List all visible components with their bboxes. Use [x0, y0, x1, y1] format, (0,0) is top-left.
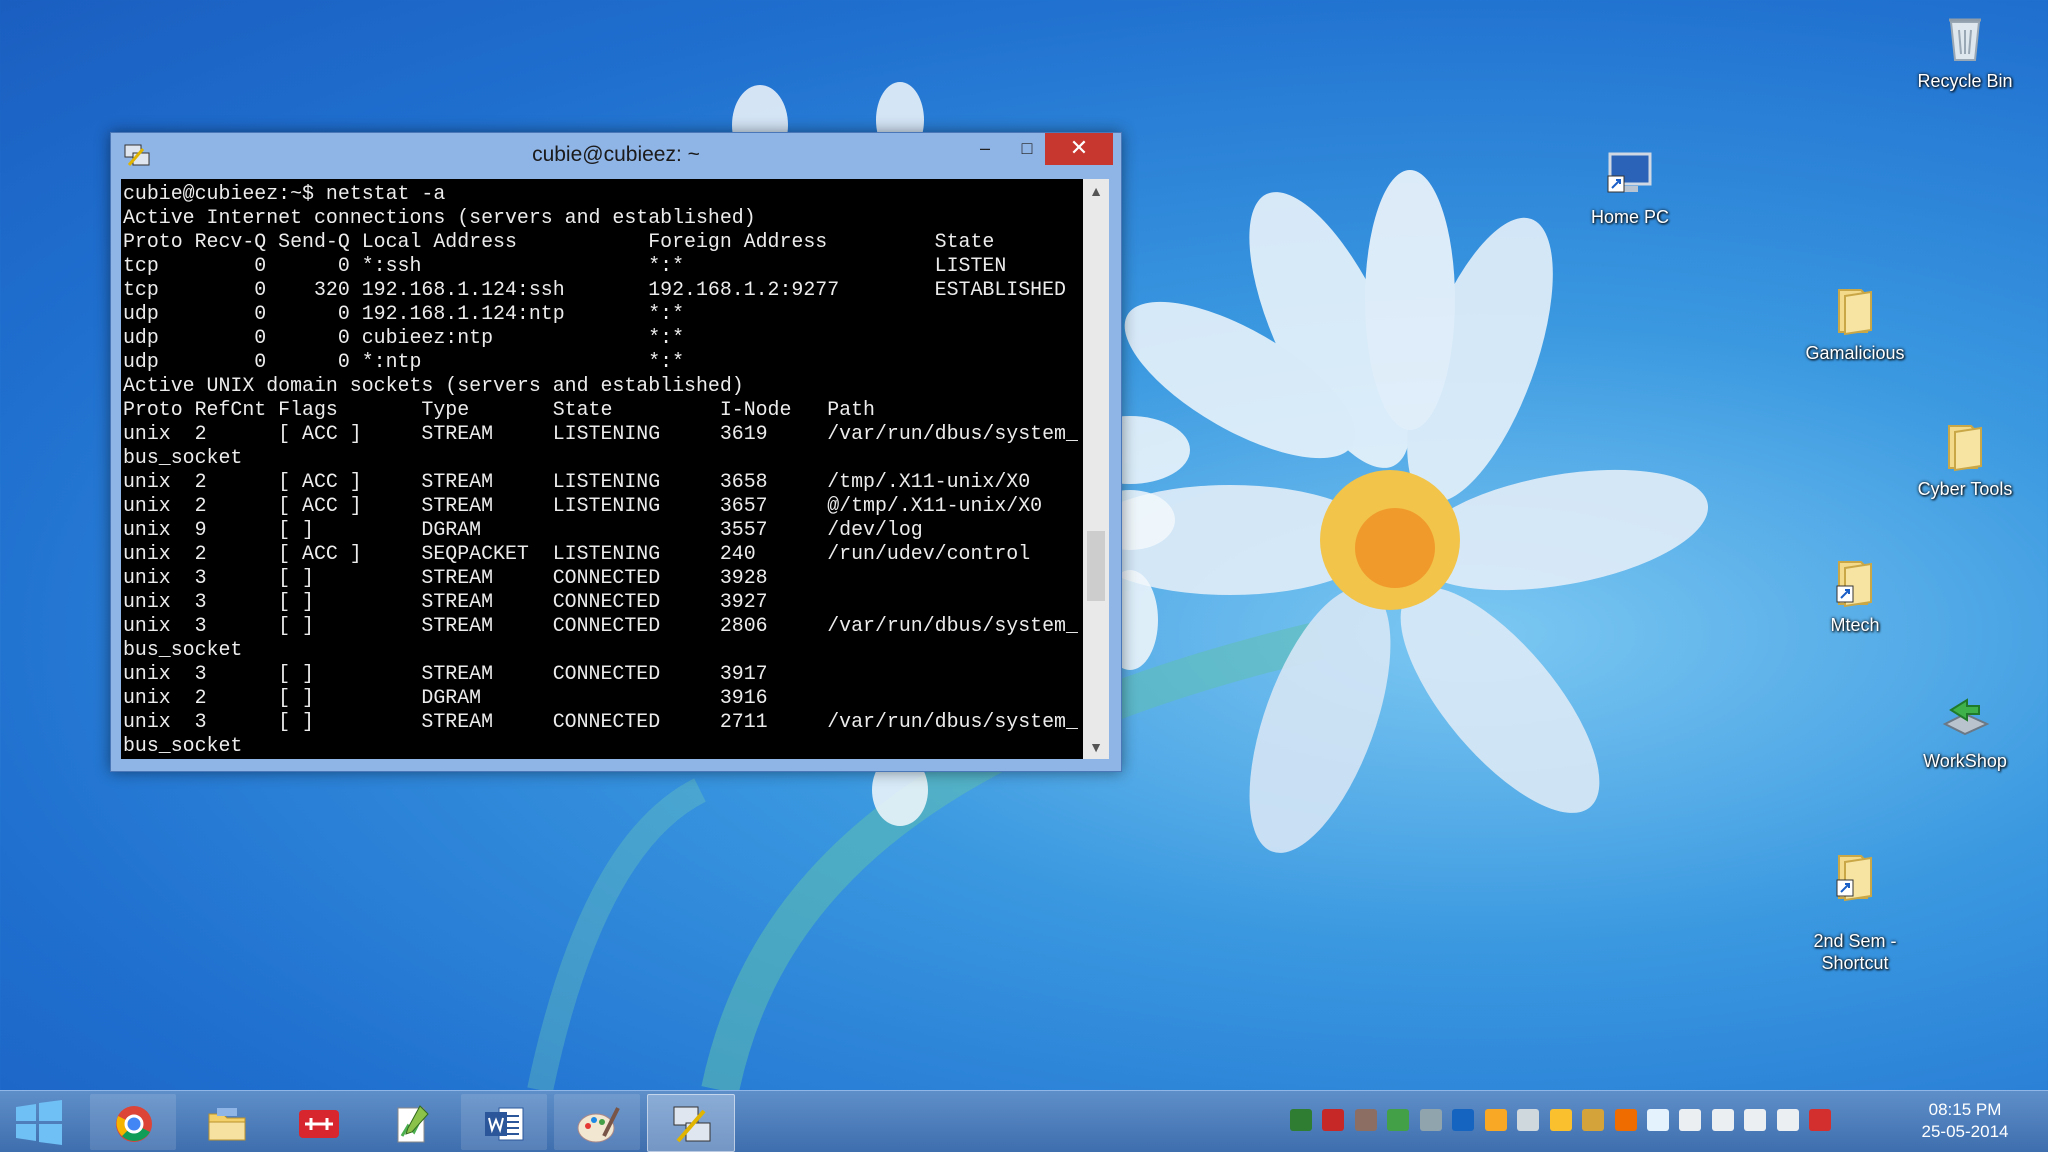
- terminal-line: udp 0 0 192.168.1.124:ntp *:*: [123, 302, 685, 325]
- tray-icon[interactable]: [1322, 1109, 1345, 1131]
- paint-icon: [577, 1107, 620, 1143]
- taskbar-notepad-plus[interactable]: [368, 1094, 454, 1150]
- terminal-line: unix 3 [ ] STREAM CONNECTED 3928: [123, 566, 768, 589]
- terminal-line: Proto Recv-Q Send-Q Local Address Foreig…: [123, 230, 995, 253]
- notepad-plus-icon: [397, 1105, 429, 1143]
- terminal-line: unix 3 [ ] STREAM CONNECTED 2806 /var/ru…: [123, 614, 1078, 637]
- folder-shortcut-icon: [1836, 855, 1872, 902]
- terminal-line: unix 2 [ ] DGRAM 3916: [123, 686, 768, 709]
- battery-icon[interactable]: [1711, 1109, 1734, 1131]
- taskbar-clock[interactable]: 08:15 PM 25-05-2014: [1900, 1099, 2030, 1143]
- terminal-line: bus_socket: [123, 638, 243, 661]
- folder-icon: [1948, 425, 1982, 472]
- desktop-icon-mtech[interactable]: Mtech: [1795, 554, 1915, 636]
- taskbar-chrome[interactable]: [90, 1094, 176, 1150]
- taskbar: 08:15 PM 25-05-2014: [0, 1090, 2048, 1152]
- tray-icon[interactable]: [1517, 1109, 1540, 1131]
- terminal-line: udp 0 0 cubieez:ntp *:*: [123, 326, 685, 349]
- desktop-icon-2nd-sem-shortcut[interactable]: 2nd Sem - Shortcut: [1795, 826, 1915, 996]
- taskbar-paint[interactable]: [554, 1094, 640, 1150]
- desktop-icon-workshop[interactable]: WorkShop: [1905, 690, 2025, 772]
- terminal-line: unix 2 [ ACC ] SEQPACKET LISTENING 240 /…: [123, 542, 1031, 565]
- antivirus-icon[interactable]: [1809, 1109, 1832, 1131]
- close-button[interactable]: ✕: [1045, 133, 1113, 165]
- desktop-icon-label: Home PC: [1590, 207, 1670, 227]
- minimize-button[interactable]: –: [963, 133, 1007, 165]
- terminal-line: unix 9 [ ] DGRAM 3557 /dev/log: [123, 518, 923, 541]
- clock-time: 08:15 PM: [1928, 1100, 2002, 1119]
- window-titlebar[interactable]: cubie@cubieez: ~ – □ ✕: [111, 133, 1121, 179]
- terminal-line: unix 3 [ ] STREAM CONNECTED 3927: [123, 590, 768, 613]
- computer-shortcut-icon: [1607, 152, 1652, 193]
- flag-icon[interactable]: [1679, 1109, 1702, 1131]
- desktop-icon-label: WorkShop: [1923, 751, 2007, 771]
- maximize-button[interactable]: □: [1005, 133, 1049, 165]
- network-shortcut-icon: [1942, 698, 1990, 736]
- terminal-line: bus_socket: [123, 734, 243, 757]
- vertical-scrollbar[interactable]: ▲ ▼: [1083, 179, 1109, 759]
- terminal-line: tcp 0 0 *:ssh *:* LISTEN: [123, 254, 1007, 277]
- terminal-line: bus_socket: [123, 446, 243, 469]
- terminal-line: unix 3 [ ] STREAM CONNECTED 3917: [123, 662, 768, 685]
- desktop-icon-recycle-bin[interactable]: Recycle Bin: [1905, 10, 2025, 92]
- terminal-line: Active UNIX domain sockets (servers and …: [123, 374, 744, 397]
- network-tool-icon: [299, 1110, 339, 1138]
- folder-icon: [1838, 289, 1872, 336]
- tray-icon[interactable]: [1549, 1109, 1572, 1131]
- taskbar-file-explorer[interactable]: [183, 1094, 269, 1150]
- bluetooth-icon[interactable]: [1452, 1109, 1475, 1131]
- onedrive-icon[interactable]: [1646, 1109, 1669, 1131]
- tray-icon[interactable]: [1290, 1109, 1312, 1131]
- file-explorer-icon: [208, 1108, 246, 1141]
- desktop-icon-label: Mtech: [1830, 615, 1880, 635]
- desktop-icon-label: Recycle Bin: [1917, 71, 2013, 91]
- terminal-line: cubie@cubieez:~$ netstat -a: [123, 182, 446, 205]
- desktop-icon-label: 2nd Sem - Shortcut: [1813, 931, 1897, 973]
- terminal-line: unix 2 [ ACC ] STREAM LISTENING 3619 /va…: [123, 422, 1078, 445]
- scroll-up-button[interactable]: ▲: [1083, 179, 1109, 203]
- terminal-line: unix 2 [ ACC ] STREAM LISTENING 3658 /tm…: [123, 470, 1031, 493]
- start-button[interactable]: [8, 1099, 70, 1145]
- tray-icon[interactable]: [1614, 1109, 1637, 1131]
- putty-icon: [673, 1106, 711, 1143]
- clock-date: 25-05-2014: [1921, 1122, 2009, 1141]
- scroll-down-button[interactable]: ▼: [1083, 735, 1109, 759]
- terminal-line: udp 0 0 *:ntp *:*: [123, 350, 685, 373]
- tray-icon[interactable]: [1354, 1109, 1377, 1131]
- tray-icon[interactable]: [1387, 1109, 1410, 1131]
- taskbar-putty[interactable]: [647, 1094, 735, 1152]
- system-tray: [1290, 1109, 1837, 1139]
- terminal-line: unix 3 [ ] STREAM CONNECTED 2711 /var/ru…: [123, 710, 1078, 733]
- terminal-output[interactable]: cubie@cubieez:~$ netstat -a Active Intern…: [121, 179, 1083, 759]
- signal-icon[interactable]: [1744, 1109, 1767, 1131]
- taskbar-word[interactable]: [461, 1094, 547, 1150]
- desktop-icon-cyber-tools[interactable]: Cyber Tools: [1905, 418, 2025, 500]
- desktop-icon-home-pc[interactable]: Home PC: [1570, 146, 1690, 228]
- desktop-icon-gamalicious[interactable]: Gamalicious: [1795, 282, 1915, 364]
- terminal-line: Proto RefCnt Flags Type State I-Node Pat…: [123, 398, 875, 421]
- putty-terminal-window[interactable]: cubie@cubieez: ~ – □ ✕ cubie@cubieez:~$ …: [110, 132, 1122, 772]
- terminal-line: tcp 0 320 192.168.1.124:ssh 192.168.1.2:…: [123, 278, 1066, 301]
- word-icon: [485, 1107, 524, 1141]
- terminal-text: cubie@cubieez:~$ netstat -a Active Intern…: [121, 179, 1083, 758]
- recycle-bin-icon: [1949, 18, 1981, 61]
- taskbar-network-tool[interactable]: [275, 1094, 361, 1150]
- desktop-icon-label: Cyber Tools: [1917, 479, 2013, 499]
- volume-icon[interactable]: [1776, 1109, 1799, 1131]
- scrollbar-thumb[interactable]: [1087, 531, 1105, 601]
- terminal-line: unix 2 [ ACC ] STREAM LISTENING 3657 @/t…: [123, 494, 1043, 517]
- tray-icon[interactable]: [1582, 1109, 1605, 1131]
- tray-icon[interactable]: [1484, 1109, 1507, 1131]
- desktop-icon-label: Gamalicious: [1805, 343, 1905, 363]
- tray-icon[interactable]: [1419, 1109, 1442, 1131]
- folder-shortcut-icon: [1836, 561, 1872, 608]
- terminal-line: Active Internet connections (servers and…: [123, 206, 756, 229]
- chrome-icon: [116, 1106, 152, 1142]
